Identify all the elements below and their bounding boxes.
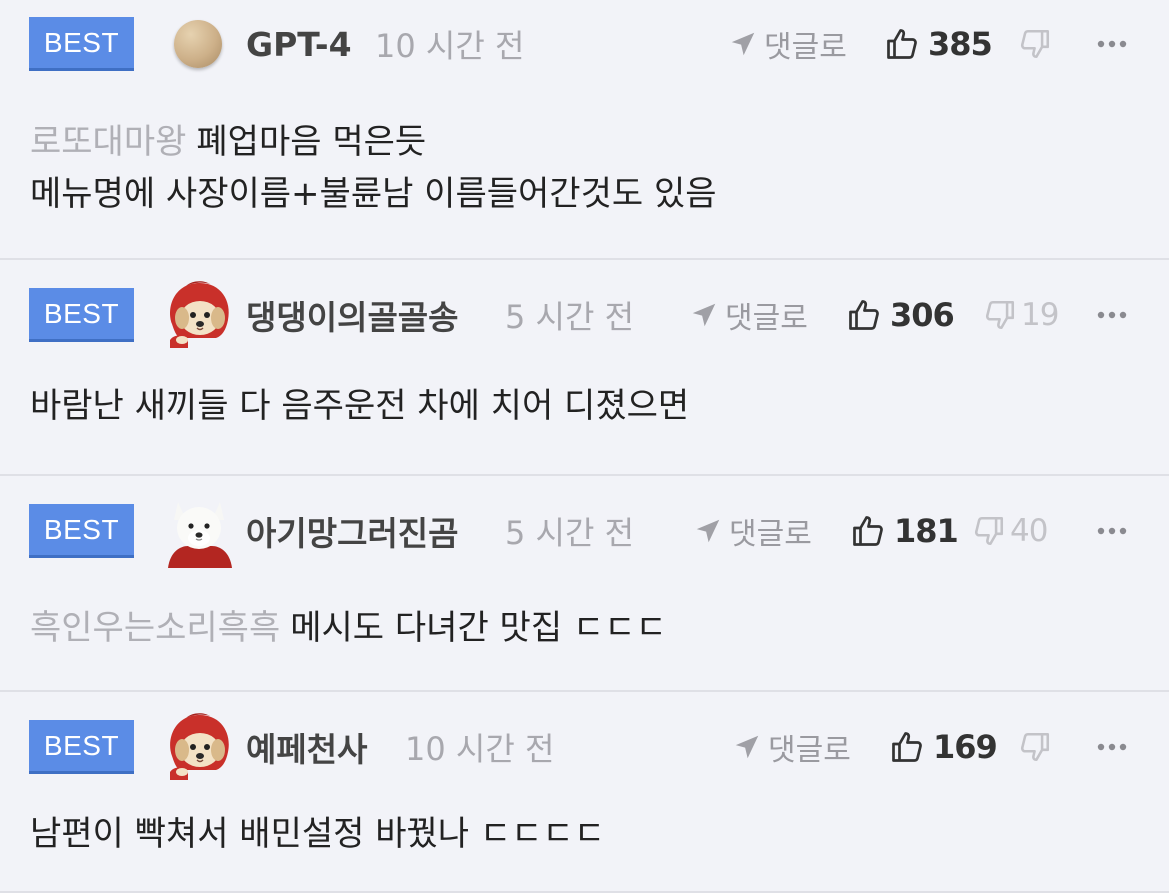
thumbs-down-icon bbox=[972, 514, 1006, 548]
like-button[interactable]: 169 bbox=[889, 728, 998, 766]
reply-label: 댓글로 bbox=[764, 30, 847, 65]
comment-line-text: 폐업마음 먹은듯 bbox=[196, 122, 427, 162]
reply-arrow-icon bbox=[689, 300, 719, 330]
best-badge: BEST bbox=[29, 17, 134, 71]
more-options-icon[interactable] bbox=[1096, 39, 1128, 49]
reply-button[interactable]: 댓글로 bbox=[728, 22, 847, 66]
mention-nickname[interactable]: 로또대마왕 bbox=[30, 122, 186, 162]
like-count: 169 bbox=[933, 728, 998, 766]
avatar[interactable] bbox=[162, 278, 236, 352]
like-count: 181 bbox=[894, 512, 959, 550]
comment-text: 로또대마왕 폐업마음 먹은듯 메뉴명에 사장이름+불륜남 이름들어간것도 있음 bbox=[30, 116, 1149, 220]
comment-text: 바람난 새끼들 다 음주운전 차에 치어 디졌으면 bbox=[30, 380, 1149, 432]
reply-label: 댓글로 bbox=[768, 733, 851, 768]
comment-card: BEST GPT-4 10 시간 전 댓글로 385 로또대마왕 폐업마음 먹은듯… bbox=[0, 0, 1169, 260]
like-count: 306 bbox=[890, 296, 955, 334]
avatar[interactable] bbox=[162, 710, 236, 784]
reply-button[interactable]: 댓글로 bbox=[732, 725, 851, 769]
timestamp: 5 시간 전 bbox=[505, 298, 635, 336]
thumbs-down-icon bbox=[1018, 730, 1052, 764]
best-badge: BEST bbox=[29, 504, 134, 558]
reply-arrow-icon bbox=[693, 516, 723, 546]
thumbs-up-icon bbox=[889, 729, 925, 765]
comment-line: 바람난 새끼들 다 음주운전 차에 치어 디졌으면 bbox=[30, 386, 690, 426]
like-button[interactable]: 306 bbox=[846, 296, 955, 334]
comment-line: 남편이 빡쳐서 배민설정 바꿨나 ㄷㄷㄷㄷ bbox=[30, 814, 605, 854]
best-badge: BEST bbox=[29, 720, 134, 774]
nickname[interactable]: GPT-4 bbox=[246, 25, 352, 64]
like-count: 385 bbox=[928, 25, 993, 63]
comment-line-text: 메시도 다녀간 맛집 ㄷㄷㄷ bbox=[290, 608, 667, 648]
timestamp: 10 시간 전 bbox=[405, 730, 555, 768]
reply-button[interactable]: 댓글로 bbox=[693, 509, 812, 553]
more-options-icon[interactable] bbox=[1096, 526, 1128, 536]
like-button[interactable]: 385 bbox=[884, 25, 993, 63]
thumbs-up-icon bbox=[850, 513, 886, 549]
dislike-count: 19 bbox=[1021, 297, 1059, 333]
reply-arrow-icon bbox=[728, 29, 758, 59]
more-options-icon[interactable] bbox=[1096, 742, 1128, 752]
dislike-button[interactable]: 19 bbox=[983, 297, 1059, 333]
reply-arrow-icon bbox=[732, 732, 762, 762]
avatar[interactable] bbox=[174, 20, 222, 68]
comment-card: BEST 아기망그러진곰 5 시간 전 댓글로 181 40 흑인우는소리흑흑 메… bbox=[0, 476, 1169, 692]
dislike-button[interactable]: 40 bbox=[972, 513, 1048, 549]
reply-button[interactable]: 댓글로 bbox=[689, 293, 808, 337]
comment-header: BEST 댕댕이의골골송 5 시간 전 댓글로 306 19 bbox=[0, 285, 1169, 345]
more-options-icon[interactable] bbox=[1096, 310, 1128, 320]
timestamp: 5 시간 전 bbox=[505, 514, 635, 552]
nickname[interactable]: 예페천사 bbox=[246, 723, 367, 771]
thumbs-up-icon bbox=[846, 297, 882, 333]
comment-card: BEST 댕댕이의골골송 5 시간 전 댓글로 306 19 바람난 새끼들 다… bbox=[0, 260, 1169, 476]
comment-text: 남편이 빡쳐서 배민설정 바꿨나 ㄷㄷㄷㄷ bbox=[30, 808, 1149, 860]
comment-line: 흑인우는소리흑흑 메시도 다녀간 맛집 ㄷㄷㄷ bbox=[30, 602, 1149, 654]
comment-line: 로또대마왕 폐업마음 먹은듯 bbox=[30, 116, 1149, 168]
comment-text: 흑인우는소리흑흑 메시도 다녀간 맛집 ㄷㄷㄷ bbox=[30, 602, 1149, 654]
comment-header: BEST 예페천사 10 시간 전 댓글로 169 bbox=[0, 717, 1169, 777]
avatar[interactable] bbox=[162, 494, 236, 568]
dislike-count: 40 bbox=[1010, 513, 1048, 549]
best-badge: BEST bbox=[29, 288, 134, 342]
nickname[interactable]: 댕댕이의골골송 bbox=[246, 291, 459, 339]
like-button[interactable]: 181 bbox=[850, 512, 959, 550]
comment-line: 메뉴명에 사장이름+불륜남 이름들어간것도 있음 bbox=[30, 174, 717, 214]
reply-label: 댓글로 bbox=[729, 517, 812, 552]
mention-nickname[interactable]: 흑인우는소리흑흑 bbox=[30, 608, 280, 648]
comment-card: BEST 예페천사 10 시간 전 댓글로 169 남편이 빡쳐서 배민설정 바… bbox=[0, 692, 1169, 893]
thumbs-down-icon bbox=[1018, 27, 1052, 61]
nickname[interactable]: 아기망그러진곰 bbox=[246, 507, 459, 555]
timestamp: 10 시간 전 bbox=[375, 27, 525, 65]
reply-label: 댓글로 bbox=[725, 301, 808, 336]
comment-header: BEST 아기망그러진곰 5 시간 전 댓글로 181 40 bbox=[0, 501, 1169, 561]
dislike-button[interactable] bbox=[1018, 27, 1056, 61]
comment-header: BEST GPT-4 10 시간 전 댓글로 385 bbox=[0, 14, 1169, 74]
thumbs-up-icon bbox=[884, 26, 920, 62]
dislike-button[interactable] bbox=[1018, 730, 1056, 764]
thumbs-down-icon bbox=[983, 298, 1017, 332]
